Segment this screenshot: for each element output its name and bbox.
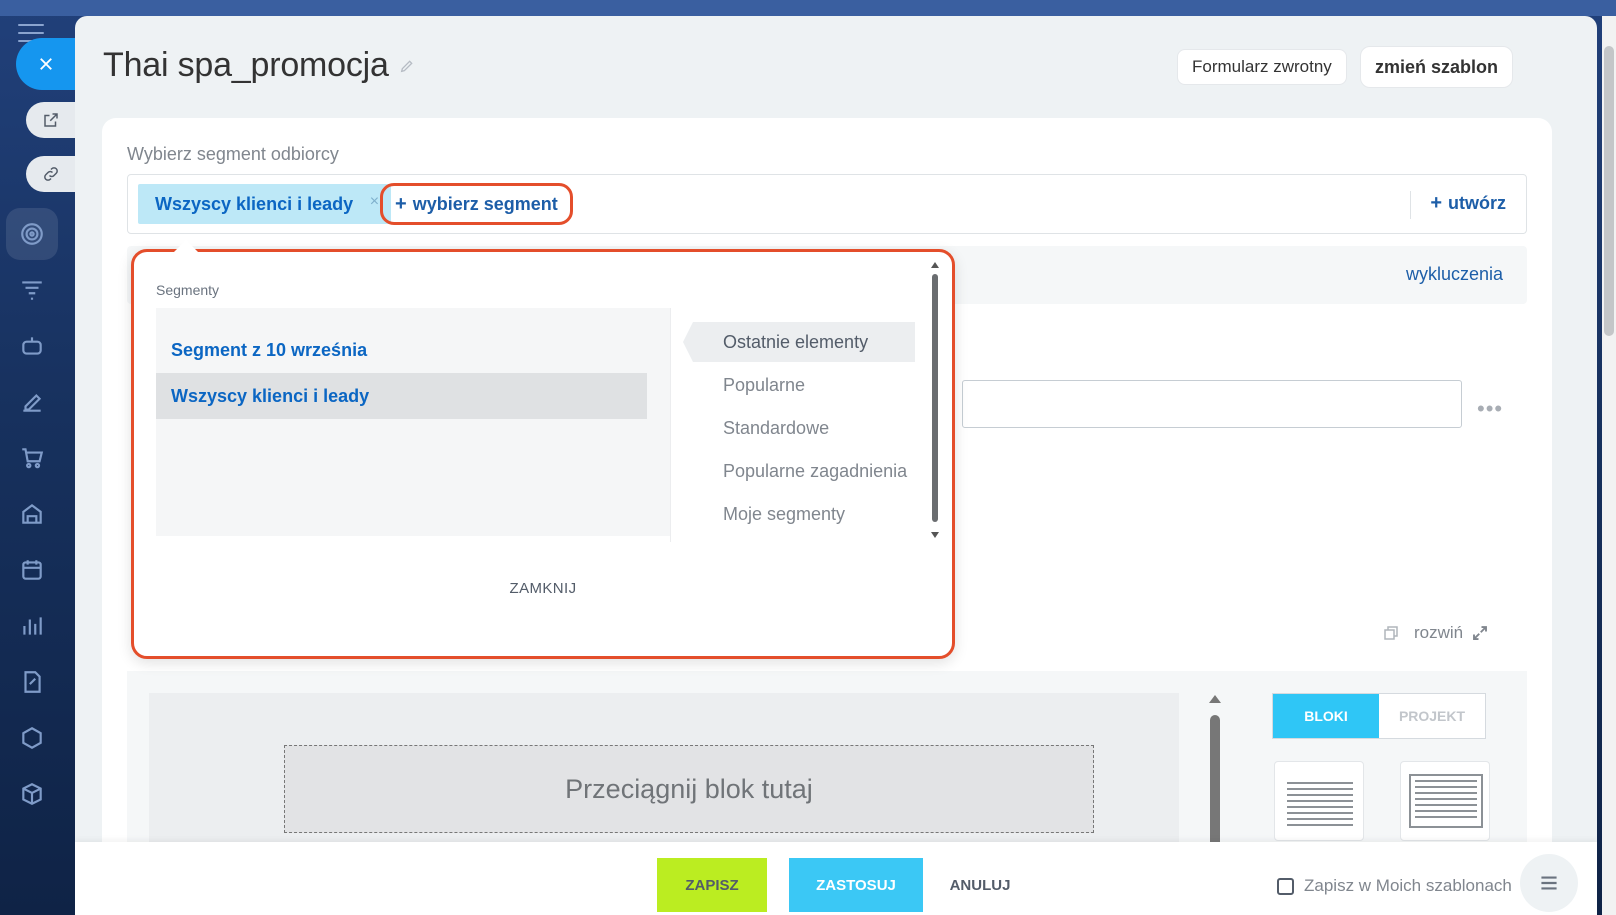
tab-blocks[interactable]: BLOKI (1273, 694, 1379, 738)
segment-chip-label: Wszyscy klienci i leady (155, 193, 354, 214)
save-to-my-templates[interactable]: Zapisz w Moich szablonach (1277, 876, 1512, 896)
top-strip (0, 0, 1616, 16)
exclusions-link[interactable]: wykluczenia (1406, 264, 1503, 285)
document-edit-icon[interactable] (6, 656, 58, 708)
segment-option-selected[interactable]: Wszyscy klienci i leady (156, 373, 647, 419)
box-icon[interactable] (6, 768, 58, 820)
divider (1410, 191, 1411, 219)
scroll-down-icon[interactable] (931, 532, 939, 538)
segment-selector[interactable]: Wszyscy klienci i leady × + wybierz segm… (127, 174, 1527, 234)
cancel-button[interactable]: ANULUJ (945, 858, 1015, 912)
plus-icon: + (1430, 192, 1442, 214)
copy-link-button[interactable] (26, 156, 76, 192)
page-scrollbar[interactable] (1602, 16, 1616, 915)
create-segment-label: utwórz (1448, 193, 1506, 213)
popup-arrow (174, 240, 198, 252)
subject-input[interactable] (962, 380, 1462, 428)
list-menu-button[interactable] (1520, 854, 1578, 912)
hexagon-icon[interactable] (6, 712, 58, 764)
editor-tabs: BLOKI PROJEKT (1272, 693, 1486, 739)
apply-button[interactable]: ZASTOSUJ (789, 858, 923, 912)
save-template-label: Zapisz w Moich szablonach (1304, 876, 1512, 895)
segment-popup: Segmenty Segment z 10 września Wszyscy k… (131, 240, 955, 659)
scroll-up-icon[interactable] (931, 262, 939, 268)
calendar-icon[interactable] (6, 544, 58, 596)
segment-list: Segment z 10 września Wszyscy klienci i … (156, 308, 670, 536)
list-icon (1541, 876, 1557, 890)
change-template-button[interactable]: zmień szablon (1360, 46, 1514, 88)
block-boxed-text-thumbnail[interactable] (1400, 761, 1490, 841)
page-scroll-thumb[interactable] (1604, 46, 1614, 336)
popup-label: Segmenty (156, 282, 220, 298)
remove-chip-icon[interactable]: × (370, 193, 379, 211)
expand-row[interactable]: rozwiń (1382, 623, 1489, 643)
funnel-icon[interactable] (6, 264, 58, 316)
category-standard[interactable]: Standardowe (693, 408, 915, 448)
close-icon (40, 58, 52, 70)
robot-icon[interactable] (6, 320, 58, 372)
pencil-icon[interactable] (399, 58, 415, 74)
edit-icon[interactable] (6, 376, 58, 428)
popup-scrollbar[interactable] (930, 262, 940, 538)
open-in-new-window-button[interactable] (26, 102, 76, 138)
feedback-form-button[interactable]: Formularz zwrotny (1177, 49, 1347, 85)
block-text-thumbnail[interactable] (1274, 761, 1364, 841)
scroll-up-icon[interactable] (1209, 695, 1221, 703)
close-slider-button[interactable] (16, 38, 76, 90)
target-icon[interactable] (6, 208, 58, 260)
choose-segment-button[interactable]: + wybierz segment (380, 183, 573, 225)
store-icon[interactable] (6, 488, 58, 540)
cart-icon[interactable] (6, 432, 58, 484)
save-template-checkbox[interactable] (1277, 877, 1294, 895)
category-popular-topics[interactable]: Popularne zagadnienia (693, 451, 915, 491)
drop-zone[interactable]: Przeciągnij blok tutaj (284, 745, 1094, 833)
external-link-icon (44, 113, 58, 127)
choose-segment-label: wybierz segment (412, 193, 558, 214)
popup-close-button[interactable]: ZAMKNIJ (134, 580, 952, 597)
save-button[interactable]: ZAPISZ (657, 858, 767, 912)
copy-icon[interactable] (1382, 624, 1400, 642)
tab-design[interactable]: PROJEKT (1379, 694, 1485, 738)
expand-icon[interactable] (1471, 624, 1489, 642)
create-segment-button[interactable]: + utwórz (1430, 192, 1506, 215)
plus-icon: + (395, 192, 407, 215)
link-icon (44, 167, 58, 181)
analytics-icon[interactable] (6, 600, 58, 652)
more-options-icon[interactable]: ••• (1477, 396, 1503, 422)
category-recent[interactable]: Ostatnie elementy (683, 322, 915, 362)
segment-chip[interactable]: Wszyscy klienci i leady × (138, 184, 392, 224)
page-title: Thai spa_promocja (103, 46, 389, 84)
expand-label[interactable]: rozwiń (1414, 623, 1463, 643)
category-popular[interactable]: Popularne (693, 365, 915, 405)
segment-section-label: Wybierz segment odbiorcy (127, 144, 339, 164)
popup-scroll-thumb[interactable] (932, 274, 938, 522)
footer-bar: ZAPISZ ZASTOSUJ ANULUJ Zapisz w Moich sz… (75, 842, 1597, 915)
category-column: Ostatnie elementy Popularne Standardowe … (670, 308, 934, 542)
category-my-segments[interactable]: Moje segmenty (693, 494, 915, 534)
segment-option[interactable]: Segment z 10 września (156, 327, 647, 373)
